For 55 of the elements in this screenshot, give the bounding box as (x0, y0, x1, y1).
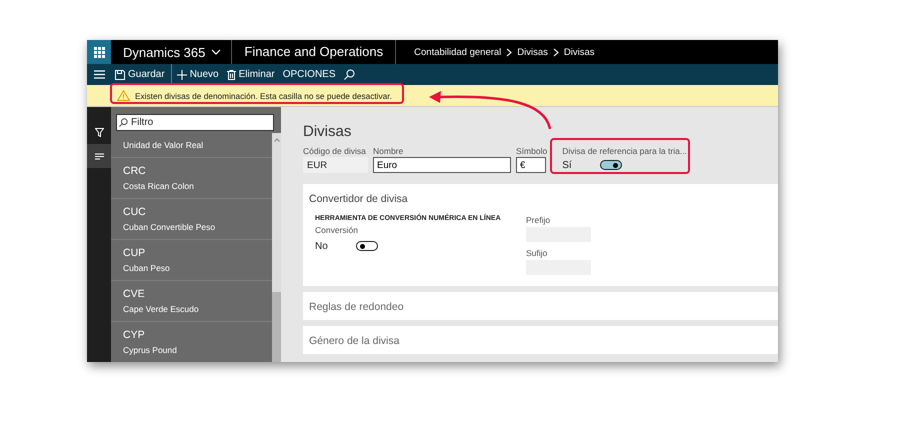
toggle-value: No (315, 240, 328, 252)
field-label: Sufijo (526, 248, 548, 258)
breadcrumb-link[interactable]: Divisas (564, 46, 595, 58)
currency-code: CYP (123, 329, 146, 341)
field-label: Divisa de referencia para la tria... (562, 146, 687, 156)
currency-name: Unidad de Valor Real (123, 140, 204, 150)
currency-name: Costa Rican Colon (123, 181, 195, 191)
section-title: Género de la divisa (309, 335, 400, 347)
field-label: Nombre (373, 146, 404, 156)
trash-icon (226, 70, 236, 80)
toggle-switch[interactable] (600, 160, 622, 170)
currency-name: Cuban Convertible Peso (123, 222, 216, 232)
search-icon (344, 69, 355, 80)
list-icon (94, 152, 104, 160)
form-title: Divisas (303, 123, 352, 140)
read-only-field: EUR (303, 157, 368, 173)
options-button[interactable]: OPCIONES (278, 64, 340, 85)
app-launcher-button[interactable] (87, 40, 111, 64)
scrollbar[interactable] (272, 133, 281, 362)
field-label: Código de divisa (303, 146, 367, 156)
field-label: Conversión (315, 225, 359, 235)
section-title: Reglas de redondeo (309, 301, 404, 313)
currency-name: Cyprus Pound (123, 345, 178, 355)
chevron-down-icon (211, 49, 222, 55)
section-panel[interactable]: Reglas de redondeo (303, 292, 778, 320)
input-field[interactable]: € (516, 157, 546, 173)
grid-icon (94, 46, 104, 58)
save-button[interactable]: Guardar (111, 64, 169, 85)
section-title: Convertidor de divisa (309, 193, 408, 205)
breadcrumb-link[interactable]: Divisas (517, 46, 548, 58)
currency-name: Cuban Peso (123, 263, 171, 273)
warning-message: Existen divisas de denominación. Esta casilla no se puede desactivar. (135, 90, 392, 100)
chevron-right-icon (506, 48, 512, 56)
warning-icon (117, 90, 130, 101)
currency-name: Cape Verde Escudo (123, 304, 200, 314)
currency-code: CUP (123, 247, 146, 259)
section-panel[interactable]: Género de la divisa (303, 326, 778, 354)
list-view-button[interactable] (87, 144, 111, 168)
menu-icon (94, 70, 104, 79)
field-label: Símbolo (516, 146, 548, 156)
currency-code: CUC (123, 206, 147, 218)
input-field[interactable]: Euro (373, 157, 511, 173)
plus-icon (176, 70, 187, 80)
toggle-value: Sí (562, 160, 572, 170)
chevron-right-icon (552, 48, 559, 56)
breadcrumb-link[interactable]: Contabilidad general (414, 46, 502, 58)
field-label: Prefijo (526, 215, 552, 225)
scroll-up-icon (274, 138, 280, 142)
filter-icon (94, 128, 104, 136)
search-icon (119, 118, 128, 127)
filter-field[interactable]: Filtro (116, 114, 274, 131)
delete-button[interactable]: Eliminar (222, 64, 279, 85)
currency-code: CRC (123, 165, 147, 177)
toggle-switch[interactable] (356, 241, 378, 251)
currency-code: CVE (123, 288, 146, 300)
